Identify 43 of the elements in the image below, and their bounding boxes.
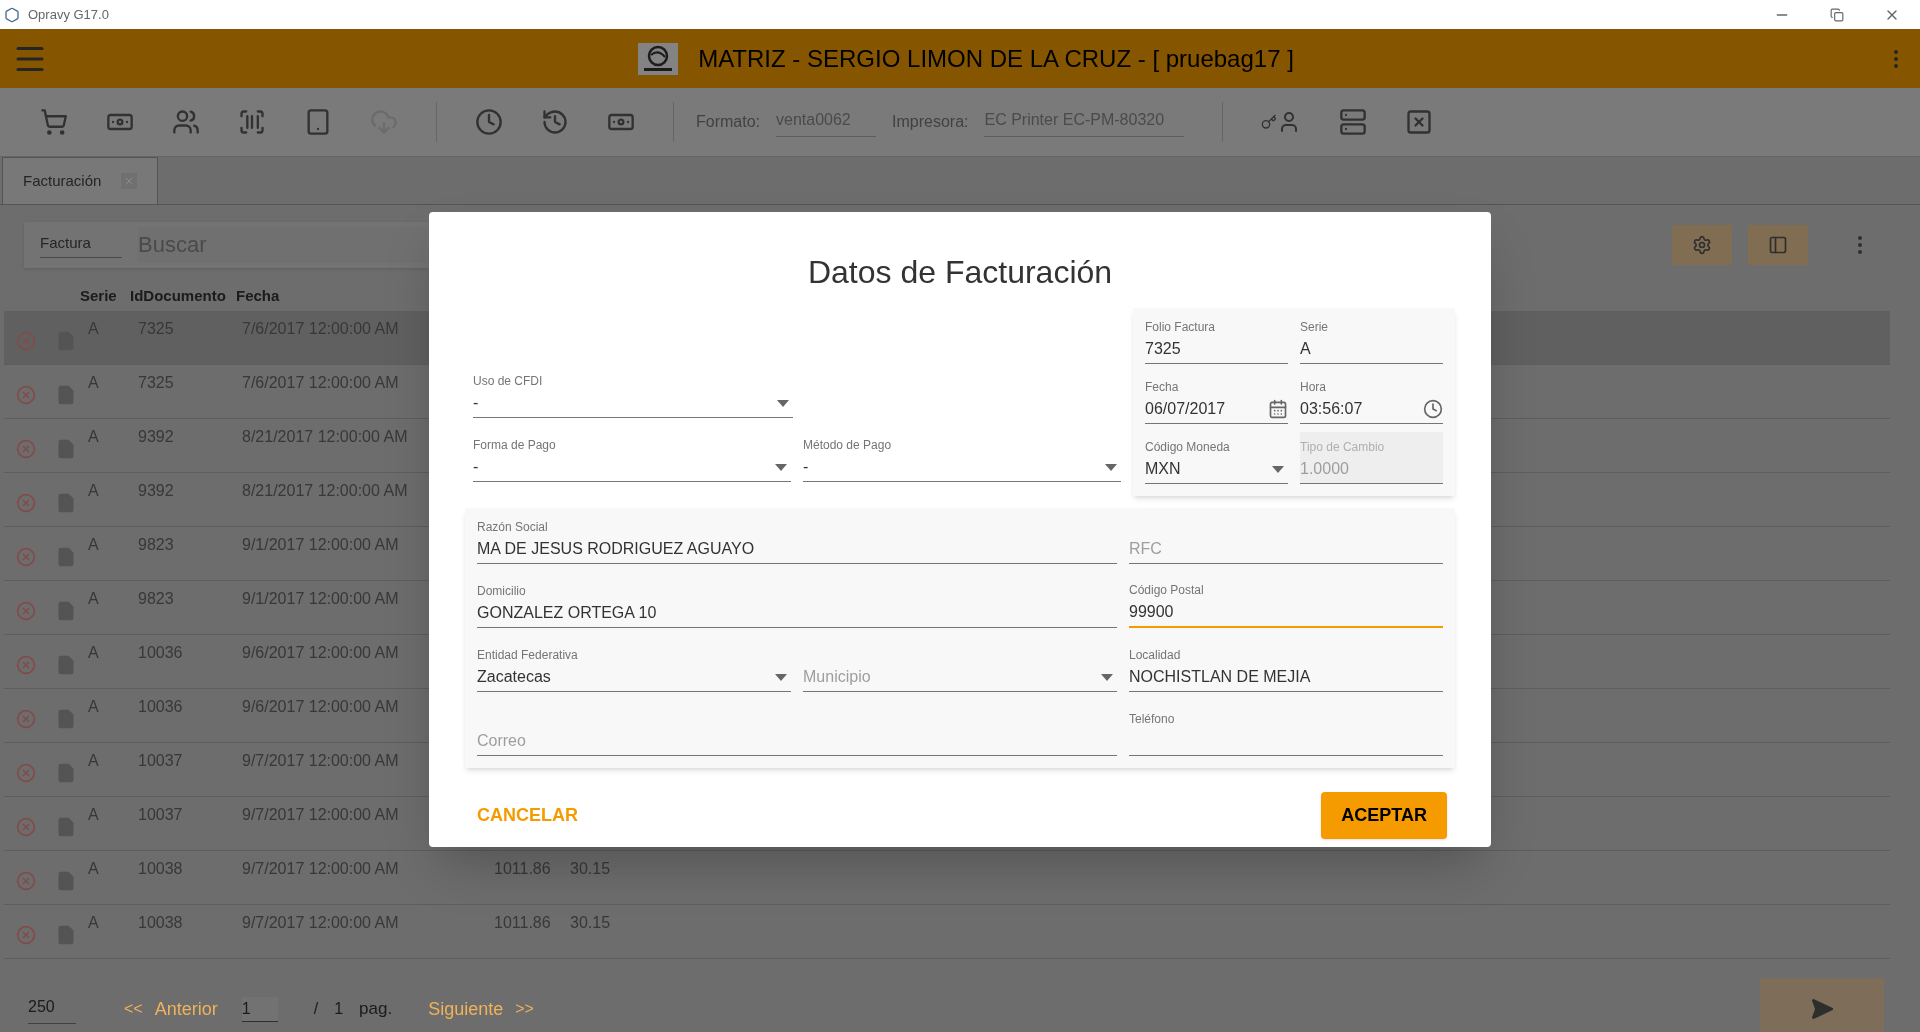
field-label: Razón Social bbox=[477, 519, 549, 535]
window-title: Opravy G17.0 bbox=[28, 5, 109, 24]
page-total: 1 bbox=[334, 999, 344, 1019]
field-label: Localidad bbox=[1129, 647, 1182, 663]
field-value: MXN bbox=[1145, 459, 1182, 479]
field-label: Folio Factura bbox=[1145, 319, 1217, 335]
page-label: pag. bbox=[359, 998, 393, 1021]
field-value: NOCHISTLAN DE MEJIA bbox=[1129, 667, 1312, 687]
format-label: Formato: bbox=[696, 112, 760, 132]
field-value: 99900 bbox=[1129, 602, 1175, 622]
column-header: IdDocumento bbox=[130, 285, 227, 306]
field-value: - bbox=[473, 457, 480, 477]
field-label: Forma de Pago bbox=[473, 437, 557, 453]
page-separator: / bbox=[313, 999, 319, 1019]
field-label: Hora bbox=[1300, 379, 1327, 395]
field-value: - bbox=[473, 393, 480, 413]
field-value: GONZALEZ ORTEGA 10 bbox=[477, 603, 658, 623]
field-value: - bbox=[803, 457, 810, 477]
field-label: Teléfono bbox=[1129, 711, 1176, 727]
field-label: Serie bbox=[1300, 319, 1329, 335]
column-header: Fecha bbox=[236, 285, 281, 306]
field-label: Fecha bbox=[1145, 379, 1180, 395]
column-header: Serie bbox=[80, 285, 118, 306]
field-label: Tipo de Cambio bbox=[1300, 439, 1386, 455]
field-label: Código Postal bbox=[1129, 582, 1205, 598]
field-value: A bbox=[1300, 339, 1312, 359]
field-placeholder: Correo bbox=[477, 731, 527, 751]
field-value: 1.0000 bbox=[1300, 459, 1350, 479]
field-label: Código Moneda bbox=[1145, 439, 1231, 455]
field-label: Domicilio bbox=[477, 583, 527, 599]
field-value: 03:56:07 bbox=[1300, 399, 1364, 419]
field-value: Zacatecas bbox=[477, 667, 552, 687]
field-value: 06/07/2017 bbox=[1145, 399, 1227, 419]
printer-label: Impresora: bbox=[892, 112, 969, 132]
field-placeholder: RFC bbox=[1129, 539, 1163, 559]
dialog-title: Datos de Facturación bbox=[807, 253, 1113, 292]
field-value: MA DE JESUS RODRIGUEZ AGUAYO bbox=[477, 539, 756, 559]
field-label: Método de Pago bbox=[803, 437, 893, 453]
header-title: MATRIZ - SERGIO LIMON DE LA CRUZ - [ pruebag17 ] bbox=[698, 43, 1294, 74]
field-label: Uso de CFDI bbox=[473, 373, 544, 389]
field-placeholder: Municipio bbox=[803, 667, 872, 687]
field-value: 7325 bbox=[1145, 339, 1182, 359]
field-label: Entidad Federativa bbox=[477, 647, 579, 663]
